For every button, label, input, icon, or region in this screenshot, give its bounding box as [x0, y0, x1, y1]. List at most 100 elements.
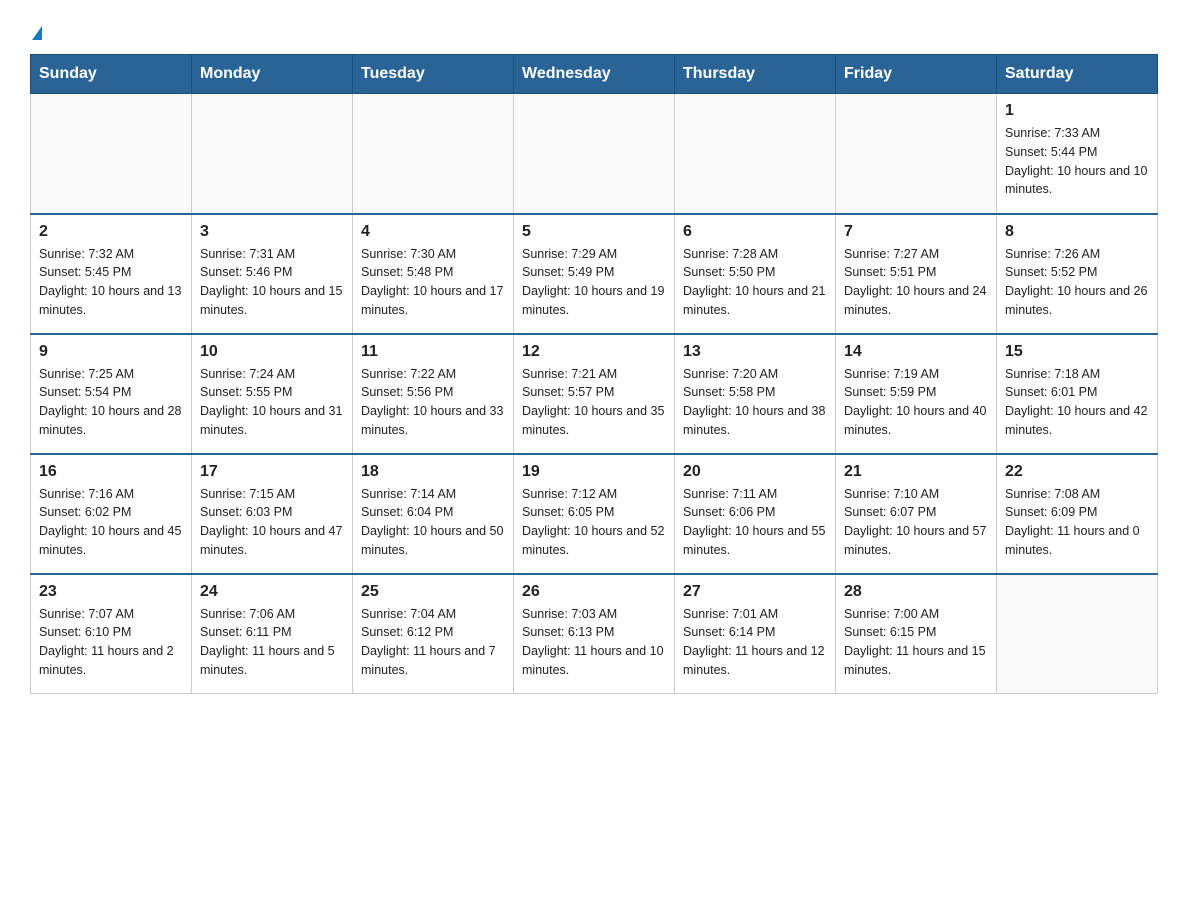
- day-number: 14: [844, 343, 988, 361]
- day-number: 11: [361, 343, 505, 361]
- day-info: Sunrise: 7:30 AM Sunset: 5:48 PM Dayligh…: [361, 245, 505, 320]
- day-info: Sunrise: 7:20 AM Sunset: 5:58 PM Dayligh…: [683, 365, 827, 440]
- calendar-day-cell: 27 Sunrise: 7:01 AM Sunset: 6:14 PM Dayli…: [675, 574, 836, 694]
- calendar-day-cell: 23Sunrise: 7:07 AM Sunset: 6:10 PM Dayli…: [31, 574, 192, 694]
- day-info: Sunrise: 7:19 AM Sunset: 5:59 PM Dayligh…: [844, 365, 988, 440]
- calendar-week-row: 9Sunrise: 7:25 AM Sunset: 5:54 PM Daylig…: [31, 334, 1158, 454]
- day-info: Sunrise: 7:25 AM Sunset: 5:54 PM Dayligh…: [39, 365, 183, 440]
- day-number: 4: [361, 223, 505, 241]
- weekday-header: Monday: [192, 55, 353, 94]
- day-number: 20: [683, 463, 827, 481]
- day-info: Sunrise: 7:24 AM Sunset: 5:55 PM Dayligh…: [200, 365, 344, 440]
- calendar-day-cell: 11 Sunrise: 7:22 AM Sunset: 5:56 PM Dayli…: [353, 334, 514, 454]
- day-info: Sunrise: 7:18 AM Sunset: 6:01 PM Dayligh…: [1005, 365, 1149, 440]
- day-number: 26: [522, 583, 666, 601]
- day-info: Sunrise: 7:06 AM Sunset: 6:11 PM Dayligh…: [200, 605, 344, 680]
- calendar-day-cell: 10 Sunrise: 7:24 AM Sunset: 5:55 PM Dayli…: [192, 334, 353, 454]
- day-info: Sunrise: 7:22 AM Sunset: 5:56 PM Dayligh…: [361, 365, 505, 440]
- day-info: Sunrise: 7:12 AM Sunset: 6:05 PM Dayligh…: [522, 485, 666, 560]
- day-number: 24: [200, 583, 344, 601]
- day-number: 6: [683, 223, 827, 241]
- day-info: Sunrise: 7:11 AM Sunset: 6:06 PM Dayligh…: [683, 485, 827, 560]
- calendar-day-cell: 18 Sunrise: 7:14 AM Sunset: 6:04 PM Dayli…: [353, 454, 514, 574]
- day-info: Sunrise: 7:33 AM Sunset: 5:44 PM Dayligh…: [1005, 124, 1149, 199]
- day-info: Sunrise: 7:21 AM Sunset: 5:57 PM Dayligh…: [522, 365, 666, 440]
- calendar-day-cell: 6Sunrise: 7:28 AM Sunset: 5:50 PM Daylig…: [675, 214, 836, 334]
- logo: [30, 20, 42, 44]
- day-number: 7: [844, 223, 988, 241]
- day-info: Sunrise: 7:00 AM Sunset: 6:15 PM Dayligh…: [844, 605, 988, 680]
- day-number: 22: [1005, 463, 1149, 481]
- calendar-day-cell: 22 Sunrise: 7:08 AM Sunset: 6:09 PM Dayli…: [997, 454, 1158, 574]
- day-info: Sunrise: 7:29 AM Sunset: 5:49 PM Dayligh…: [522, 245, 666, 320]
- weekday-header: Thursday: [675, 55, 836, 94]
- calendar-day-cell: [997, 574, 1158, 694]
- calendar-day-cell: 9Sunrise: 7:25 AM Sunset: 5:54 PM Daylig…: [31, 334, 192, 454]
- day-number: 3: [200, 223, 344, 241]
- calendar-day-cell: 17 Sunrise: 7:15 AM Sunset: 6:03 PM Dayli…: [192, 454, 353, 574]
- day-number: 15: [1005, 343, 1149, 361]
- day-info: Sunrise: 7:27 AM Sunset: 5:51 PM Dayligh…: [844, 245, 988, 320]
- day-number: 12: [522, 343, 666, 361]
- day-number: 5: [522, 223, 666, 241]
- day-number: 19: [522, 463, 666, 481]
- page-header: [30, 20, 1158, 44]
- calendar-day-cell: 21Sunrise: 7:10 AM Sunset: 6:07 PM Dayli…: [836, 454, 997, 574]
- calendar-day-cell: 7 Sunrise: 7:27 AM Sunset: 5:51 PM Daylig…: [836, 214, 997, 334]
- calendar-day-cell: 25 Sunrise: 7:04 AM Sunset: 6:12 PM Dayli…: [353, 574, 514, 694]
- calendar-day-cell: [514, 94, 675, 214]
- calendar-day-cell: 19 Sunrise: 7:12 AM Sunset: 6:05 PM Dayli…: [514, 454, 675, 574]
- calendar-day-cell: 20 Sunrise: 7:11 AM Sunset: 6:06 PM Dayli…: [675, 454, 836, 574]
- calendar-day-cell: [836, 94, 997, 214]
- day-info: Sunrise: 7:32 AM Sunset: 5:45 PM Dayligh…: [39, 245, 183, 320]
- day-info: Sunrise: 7:08 AM Sunset: 6:09 PM Dayligh…: [1005, 485, 1149, 560]
- calendar-day-cell: 12 Sunrise: 7:21 AM Sunset: 5:57 PM Dayli…: [514, 334, 675, 454]
- calendar-day-cell: 5 Sunrise: 7:29 AM Sunset: 5:49 PM Daylig…: [514, 214, 675, 334]
- logo-arrow-icon: [32, 26, 42, 40]
- weekday-header: Wednesday: [514, 55, 675, 94]
- calendar-header-row: SundayMondayTuesdayWednesdayThursdayFrid…: [31, 55, 1158, 94]
- calendar-week-row: 16 Sunrise: 7:16 AM Sunset: 6:02 PM Dayli…: [31, 454, 1158, 574]
- calendar-day-cell: [675, 94, 836, 214]
- weekday-header: Sunday: [31, 55, 192, 94]
- day-number: 27: [683, 583, 827, 601]
- day-number: 13: [683, 343, 827, 361]
- calendar-week-row: 23Sunrise: 7:07 AM Sunset: 6:10 PM Dayli…: [31, 574, 1158, 694]
- day-number: 17: [200, 463, 344, 481]
- calendar-day-cell: 8Sunrise: 7:26 AM Sunset: 5:52 PM Daylig…: [997, 214, 1158, 334]
- calendar-week-row: 2 Sunrise: 7:32 AM Sunset: 5:45 PM Daylig…: [31, 214, 1158, 334]
- day-info: Sunrise: 7:01 AM Sunset: 6:14 PM Dayligh…: [683, 605, 827, 680]
- day-info: Sunrise: 7:31 AM Sunset: 5:46 PM Dayligh…: [200, 245, 344, 320]
- day-number: 18: [361, 463, 505, 481]
- weekday-header: Friday: [836, 55, 997, 94]
- calendar-day-cell: 3 Sunrise: 7:31 AM Sunset: 5:46 PM Daylig…: [192, 214, 353, 334]
- calendar-day-cell: 16 Sunrise: 7:16 AM Sunset: 6:02 PM Dayli…: [31, 454, 192, 574]
- calendar-day-cell: [31, 94, 192, 214]
- weekday-header: Saturday: [997, 55, 1158, 94]
- calendar-day-cell: 4 Sunrise: 7:30 AM Sunset: 5:48 PM Daylig…: [353, 214, 514, 334]
- calendar-day-cell: 1 Sunrise: 7:33 AM Sunset: 5:44 PM Daylig…: [997, 94, 1158, 214]
- day-info: Sunrise: 7:04 AM Sunset: 6:12 PM Dayligh…: [361, 605, 505, 680]
- day-info: Sunrise: 7:16 AM Sunset: 6:02 PM Dayligh…: [39, 485, 183, 560]
- weekday-header: Tuesday: [353, 55, 514, 94]
- calendar-day-cell: [192, 94, 353, 214]
- day-number: 10: [200, 343, 344, 361]
- calendar-day-cell: 14 Sunrise: 7:19 AM Sunset: 5:59 PM Dayli…: [836, 334, 997, 454]
- calendar-week-row: 1 Sunrise: 7:33 AM Sunset: 5:44 PM Daylig…: [31, 94, 1158, 214]
- day-info: Sunrise: 7:07 AM Sunset: 6:10 PM Dayligh…: [39, 605, 183, 680]
- day-number: 1: [1005, 102, 1149, 120]
- calendar-day-cell: [353, 94, 514, 214]
- logo-top: [30, 30, 42, 44]
- day-number: 2: [39, 223, 183, 241]
- day-number: 8: [1005, 223, 1149, 241]
- day-number: 16: [39, 463, 183, 481]
- calendar-day-cell: 15 Sunrise: 7:18 AM Sunset: 6:01 PM Dayli…: [997, 334, 1158, 454]
- day-number: 25: [361, 583, 505, 601]
- day-info: Sunrise: 7:14 AM Sunset: 6:04 PM Dayligh…: [361, 485, 505, 560]
- day-info: Sunrise: 7:10 AM Sunset: 6:07 PM Dayligh…: [844, 485, 988, 560]
- calendar-day-cell: 13 Sunrise: 7:20 AM Sunset: 5:58 PM Dayli…: [675, 334, 836, 454]
- calendar-day-cell: 2 Sunrise: 7:32 AM Sunset: 5:45 PM Daylig…: [31, 214, 192, 334]
- calendar-table: SundayMondayTuesdayWednesdayThursdayFrid…: [30, 54, 1158, 694]
- calendar-day-cell: 28Sunrise: 7:00 AM Sunset: 6:15 PM Dayli…: [836, 574, 997, 694]
- day-info: Sunrise: 7:15 AM Sunset: 6:03 PM Dayligh…: [200, 485, 344, 560]
